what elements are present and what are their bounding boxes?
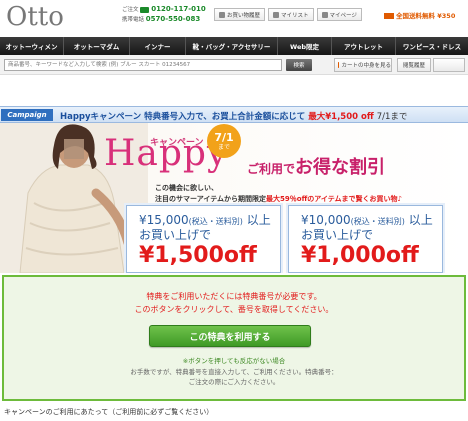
- banner-subcopy: この機会に欲しい、 注目のサマーアイテムから期間限定最大59％offのアイテムま…: [155, 184, 403, 203]
- truck-icon: [384, 13, 394, 19]
- cart-button[interactable]: カートの中身を見る: [334, 58, 392, 72]
- user-icon: [321, 11, 328, 18]
- offer-card-1000: ¥10,000(税込・送料別) 以上 お買い上げで ¥1,000off: [288, 205, 443, 273]
- search-button[interactable]: 検索: [286, 59, 312, 71]
- search-input[interactable]: 商品番号、キーワードなど入力して検索 (例) ブルー スカート 01234567: [4, 59, 282, 71]
- headline: ご利用でお得な割引: [247, 157, 386, 178]
- misc-button[interactable]: [433, 58, 465, 72]
- nav-otto-madam[interactable]: オットーマダム: [64, 37, 130, 55]
- my-list-link[interactable]: マイリスト: [268, 8, 314, 21]
- site-header: Otto ご注文 0120-117-010 携帯電話 0570-550-083 …: [0, 0, 468, 37]
- shipping-info[interactable]: 全国送料無料 ¥350: [384, 10, 455, 20]
- notice-line-2: このボタンをクリックして、番号を取得してください。: [134, 305, 334, 314]
- header-links: お買い物履歴 マイリスト マイページ: [214, 8, 362, 21]
- offer-amount: ¥1,500off: [139, 243, 257, 268]
- fallback-note-body-2: ご注文の際にご入力ください。: [188, 378, 280, 386]
- nav-onepiece-dress[interactable]: ワンピース・ドレス: [396, 37, 468, 55]
- nav-outlet[interactable]: アウトレット: [332, 37, 396, 55]
- date-badge: 7/1 まで: [207, 124, 241, 158]
- phone-info: ご注文 0120-117-010 携帯電話 0570-550-083: [122, 5, 214, 25]
- free-dial-icon: [140, 6, 150, 13]
- nav-inner[interactable]: インナー: [130, 37, 186, 55]
- history-icon: [219, 11, 225, 18]
- nav-shoes-bags[interactable]: 靴・バッグ・アクセサリー: [186, 37, 278, 55]
- campaign-text: Happyキャンペーン 特典番号入力で、お買上合計金額に応じて 最大¥1,500…: [60, 112, 408, 122]
- cart-icon: [338, 62, 340, 68]
- search-bar: 商品番号、キーワードなど入力して検索 (例) ブルー スカート 01234567…: [0, 55, 468, 75]
- otto-logo[interactable]: Otto: [6, 2, 64, 32]
- my-page-link[interactable]: マイページ: [316, 8, 362, 21]
- notice-line-1: 特典をご利用いただくには特典番号が必要です。: [146, 292, 322, 301]
- phone-order-label: ご注文: [122, 7, 139, 13]
- phone-mobile-label: 携帯電話: [122, 17, 145, 23]
- offer-card-1500: ¥15,000(税込・送料別) 以上 お買い上げで ¥1,500off: [126, 205, 281, 273]
- nav-otto-women[interactable]: オットーウィメン: [0, 37, 64, 55]
- use-offer-button[interactable]: この特典を利用する: [149, 325, 311, 347]
- coupon-notice-box: 特典をご利用いただくには特典番号が必要です。 このボタンをクリックして、番号を取…: [2, 275, 466, 401]
- campaign-terms-link[interactable]: キャンペーンのご利用にあたって（ご利用前に必ずご覧ください）: [4, 407, 213, 417]
- fallback-note-title: ※ボタンを押しても反応がない場合: [182, 357, 286, 365]
- order-history-link[interactable]: お買い物履歴: [214, 8, 266, 21]
- phone-order-number: 0120-117-010: [151, 5, 206, 13]
- fallback-note-body-1: お手数ですが、特典番号を直接入力して、ご利用ください。特典番号：: [130, 368, 338, 376]
- campaign-strip: Campaign Happyキャンペーン 特典番号入力で、お買上合計金額に応じて…: [0, 106, 468, 123]
- offer-amount: ¥1,000off: [301, 243, 419, 268]
- phone-mobile-number: 0570-550-083: [145, 15, 201, 23]
- history-button[interactable]: 閲覧履歴: [397, 58, 431, 72]
- campaign-banner: キャンペーン Happy 7/1 まで ご利用でお得な割引 この機会に欲しい、 …: [0, 123, 468, 273]
- nav-web-limited[interactable]: Web限定: [278, 37, 332, 55]
- list-icon: [273, 11, 280, 18]
- main-nav: オットーウィメン オットーマダム インナー 靴・バッグ・アクセサリー Web限定…: [0, 37, 468, 55]
- campaign-tag: Campaign: [1, 109, 53, 121]
